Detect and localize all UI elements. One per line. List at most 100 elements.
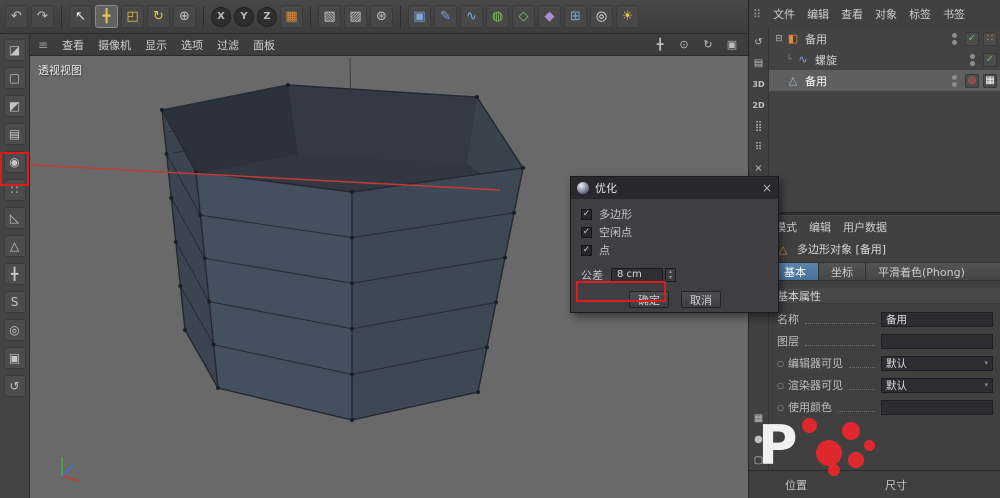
toggle-dot-icon[interactable]: ○ — [777, 381, 784, 390]
points-mode-icon[interactable]: ∷ — [4, 179, 26, 201]
toggle-dot-icon[interactable]: ○ — [777, 403, 784, 412]
move-tool-icon[interactable]: ╋ — [95, 5, 118, 28]
tree-row-polygon-object[interactable]: △ 备用 ◍ ▦ — [769, 70, 1000, 91]
render-settings-icon[interactable]: ⊛ — [370, 5, 393, 28]
am-menu-userdata[interactable]: 用户数据 — [843, 219, 887, 235]
mode-2d-icon[interactable]: 2D — [751, 97, 767, 113]
checkbox-unused-points[interactable]: ✓ — [581, 227, 592, 238]
lock-workplane-icon[interactable]: ▣ — [4, 347, 26, 369]
smoothing-tag-icon[interactable]: ✓ — [965, 32, 979, 46]
solo-mode-icon[interactable]: ◎ — [4, 319, 26, 341]
tab-coordinates[interactable]: 坐标 — [818, 262, 865, 281]
model-mode-icon[interactable]: ▢ — [4, 67, 26, 89]
redo-icon[interactable]: ↷ — [31, 5, 54, 28]
light-icon[interactable]: ☀ — [616, 5, 639, 28]
edges-mode-icon[interactable]: ◺ — [4, 207, 26, 229]
toggle-dot-icon[interactable]: ○ — [777, 359, 784, 368]
expander-icon[interactable]: ⊟ — [773, 34, 785, 44]
live-selection-icon[interactable]: ↖ — [69, 5, 92, 28]
tree-row-generator-object[interactable]: ⊟ ◧ 备用 ✓ ∷ — [769, 28, 1000, 49]
subdivision-surface-icon[interactable]: ◇ — [512, 5, 535, 28]
dialog-titlebar[interactable]: 优化 × — [571, 177, 778, 199]
visibility-dots[interactable] — [970, 54, 975, 66]
viewport-menu-icon[interactable]: ≡ — [38, 38, 48, 52]
dot-grid-icon[interactable]: ⠿ — [751, 139, 767, 155]
spline-primitive-icon[interactable]: ∿ — [460, 5, 483, 28]
make-editable-strip-icon[interactable]: ↺ — [751, 34, 767, 50]
uvw-tag-icon[interactable]: ▦ — [983, 74, 997, 88]
checkbox-polygons[interactable]: ✓ — [581, 209, 592, 220]
render-visibility-dropdown[interactable]: 默认▾ — [881, 378, 993, 393]
om-menu-file[interactable]: 文件 — [773, 6, 795, 22]
grid-snap-icon[interactable]: ⣿ — [751, 118, 767, 134]
maximize-view-icon[interactable]: ▣ — [724, 37, 740, 53]
mesh-steps-icon[interactable]: ▤ — [751, 55, 767, 71]
hexagonal-tube-object[interactable] — [160, 83, 525, 422]
close-icon[interactable]: × — [762, 181, 772, 195]
generator-icon[interactable]: ◍ — [486, 5, 509, 28]
viewport-menu-panel[interactable]: 面板 — [253, 37, 275, 53]
am-menu-edit[interactable]: 编辑 — [809, 219, 831, 235]
use-color-dropdown[interactable] — [881, 400, 993, 415]
array-icon[interactable]: ⊞ — [564, 5, 587, 28]
enable-axis-icon[interactable]: ╋ — [4, 263, 26, 285]
visibility-dots[interactable] — [952, 33, 957, 45]
ok-button[interactable]: 确定 — [629, 291, 669, 308]
om-menu-bookmarks[interactable]: 书签 — [943, 6, 965, 22]
om-menu-objects[interactable]: 对象 — [875, 6, 897, 22]
basic-properties-header[interactable]: 基本属性 — [769, 288, 1000, 304]
workplane-icon[interactable]: ▦ — [280, 5, 303, 28]
lock-x-axis-icon[interactable]: X — [211, 7, 231, 27]
snap-settings-icon[interactable]: S — [4, 291, 26, 313]
stepper-down-icon[interactable]: ▾ — [669, 275, 672, 281]
om-menu-view[interactable]: 查看 — [841, 6, 863, 22]
zoom-view-icon[interactable]: ⊙ — [676, 37, 692, 53]
render-view-icon[interactable]: ▧ — [318, 5, 341, 28]
lock-z-axis-icon[interactable]: Z — [257, 7, 277, 27]
scale-tool-icon[interactable]: ◰ — [121, 5, 144, 28]
om-menu-tags[interactable]: 标签 — [909, 6, 931, 22]
lock-y-axis-icon[interactable]: Y — [234, 7, 254, 27]
polygons-mode-icon[interactable]: △ — [4, 235, 26, 257]
workplane-mode-icon[interactable]: ▤ — [4, 123, 26, 145]
viewport-label[interactable]: 透视视图 — [38, 62, 82, 78]
cube-display-icon[interactable]: ▢ — [751, 452, 767, 468]
axis-modification-icon[interactable]: ↺ — [4, 375, 26, 397]
object-mode-icon[interactable]: ◉ — [4, 151, 26, 173]
selection-tag-icon[interactable]: ◍ — [965, 74, 979, 88]
render-picture-viewer-icon[interactable]: ▨ — [344, 5, 367, 28]
texture-mode-icon[interactable]: ◩ — [4, 95, 26, 117]
stacked-cubes-icon[interactable]: ▦ — [751, 410, 767, 426]
primitive-cube-icon[interactable]: ▣ — [408, 5, 431, 28]
pen-tool-icon[interactable]: ✎ — [434, 5, 457, 28]
display-tag-icon[interactable]: ∷ — [983, 32, 997, 46]
deformer-icon[interactable]: ◆ — [538, 5, 561, 28]
camera-icon[interactable]: ◎ — [590, 5, 613, 28]
make-editable-icon[interactable]: ◪ — [4, 39, 26, 61]
tree-row-helix-spline[interactable]: └ ∿ 螺旋 ✓ — [769, 49, 1000, 70]
panel-divider[interactable] — [749, 212, 1000, 216]
panel-menu-icon[interactable]: ⠿ — [753, 8, 761, 21]
disable-icon[interactable]: × — [751, 160, 767, 176]
viewport-menu-display[interactable]: 显示 — [145, 37, 167, 53]
cancel-button[interactable]: 取消 — [681, 291, 721, 308]
om-menu-edit[interactable]: 编辑 — [807, 6, 829, 22]
viewport-menu-filter[interactable]: 过滤 — [217, 37, 239, 53]
tolerance-input[interactable]: 8 cm — [611, 268, 663, 282]
editor-visibility-dropdown[interactable]: 默认▾ — [881, 356, 993, 371]
tolerance-stepper[interactable]: ▴ ▾ — [665, 268, 676, 282]
smoothing-tag-icon[interactable]: ✓ — [983, 53, 997, 67]
name-input[interactable]: 备用 — [881, 312, 993, 327]
layer-input[interactable] — [881, 334, 993, 349]
undo-icon[interactable]: ↶ — [5, 5, 28, 28]
mode-3d-icon[interactable]: 3D — [751, 76, 767, 92]
material-sphere-icon[interactable]: ● — [751, 431, 767, 447]
tab-phong[interactable]: 平滑着色(Phong) — [865, 262, 1000, 281]
rotate-tool-icon[interactable]: ↻ — [147, 5, 170, 28]
viewport-menu-view[interactable]: 查看 — [62, 37, 84, 53]
viewport-menu-camera[interactable]: 摄像机 — [98, 37, 131, 53]
viewport-menu-options[interactable]: 选项 — [181, 37, 203, 53]
pan-view-icon[interactable]: ╋ — [652, 37, 668, 53]
last-tool-icon[interactable]: ⊕ — [173, 5, 196, 28]
rotate-view-icon[interactable]: ↻ — [700, 37, 716, 53]
